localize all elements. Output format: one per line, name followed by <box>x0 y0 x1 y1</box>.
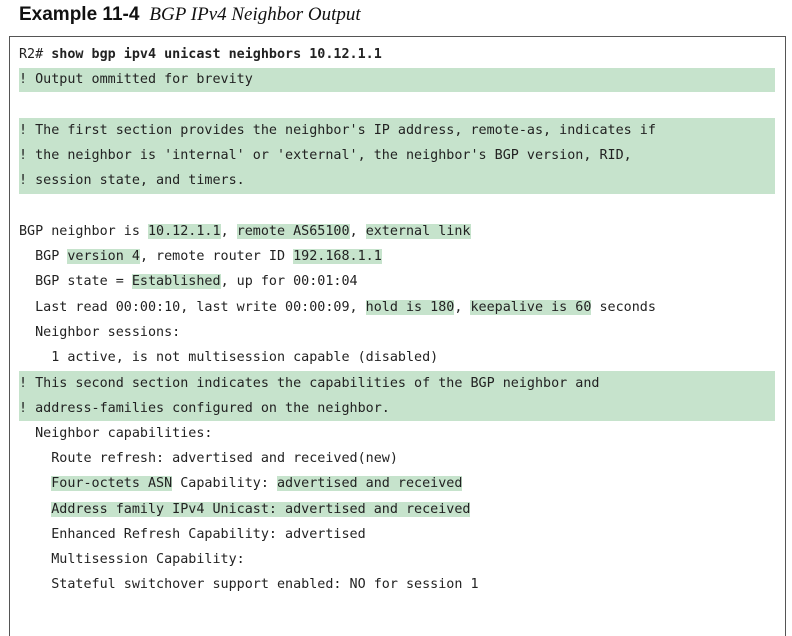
neighbor-sep: , <box>349 224 366 239</box>
sessions-label: Neighbor sessions: <box>19 325 181 340</box>
neighbor-prefix: BGP neighbor is <box>19 224 148 239</box>
four-octet-value: advertised and received <box>277 476 463 491</box>
bgp-state: Established <box>131 274 221 289</box>
router-id: 192.168.1.1 <box>293 249 382 264</box>
multisession-line: Multisession Capability: <box>19 552 245 567</box>
enhanced-refresh-line: Enhanced Refresh Capability: advertised <box>19 527 366 542</box>
cli-command: show bgp ipv4 unicast neighbors 10.12.1.… <box>51 47 382 62</box>
timers-suffix: seconds <box>591 300 656 315</box>
neighbor-line: BGP neighbor is 10.12.1.1, remote AS6510… <box>19 219 471 244</box>
neighbor-remote-as: remote AS65100 <box>236 224 350 239</box>
four-octet-mid: Capability: <box>172 476 277 491</box>
four-octet-name: Four-octets ASN <box>51 476 173 491</box>
comment-section2-line: ! address-families configured on the nei… <box>19 401 390 416</box>
version-line: BGP version 4, remote router ID 192.168.… <box>19 244 382 269</box>
neighbor-sep: , <box>220 224 237 239</box>
route-refresh-line: Route refresh: advertised and received(n… <box>19 451 398 466</box>
cli-prompt: R2# <box>19 47 44 62</box>
command-line: R2# show bgp ipv4 unicast neighbors 10.1… <box>19 42 382 67</box>
example-caption: BGP IPv4 Neighbor Output <box>149 4 361 25</box>
version-mid: , remote router ID <box>139 249 294 264</box>
capabilities-label: Neighbor capabilities: <box>19 426 213 441</box>
four-octet-line: Four-octets ASN Capability: advertised a… <box>19 471 463 496</box>
hold-time: hold is 180 <box>365 300 455 315</box>
comment-omitted: ! Output ommitted for brevity <box>19 72 253 87</box>
example-number: Example 11-4 <box>19 4 140 25</box>
comment-section1-line: ! The first section provides the neighbo… <box>19 123 656 138</box>
version-prefix: BGP <box>19 249 68 264</box>
comment-section2-line: ! This second section indicates the capa… <box>19 376 600 391</box>
timers-prefix: Last read 00:00:10, last write 00:00:09, <box>19 300 366 315</box>
state-prefix: BGP state = <box>19 274 132 289</box>
comment-section1-line: ! the neighbor is 'internal' or 'externa… <box>19 148 632 163</box>
neighbor-ip: 10.12.1.1 <box>148 224 221 239</box>
state-line: BGP state = Established, up for 00:01:04 <box>19 269 358 294</box>
sessions-value: 1 active, is not multisession capable (d… <box>19 350 439 365</box>
comment-section1-line: ! session state, and timers. <box>19 173 245 188</box>
af-ipv4-text: Address family IPv4 Unicast: advertised … <box>51 502 471 517</box>
four-octet-indent <box>19 476 51 491</box>
timers-sep: , <box>454 300 471 315</box>
af-ipv4-indent <box>19 502 51 517</box>
af-ipv4-line: Address family IPv4 Unicast: advertised … <box>19 497 471 522</box>
example-title: Example 11-4 BGP IPv4 Neighbor Output <box>19 2 361 28</box>
timers-line: Last read 00:00:10, last write 00:00:09,… <box>19 295 656 320</box>
neighbor-link-type: external link <box>365 224 471 239</box>
stateful-switchover-line: Stateful switchover support enabled: NO … <box>19 577 479 592</box>
bgp-version: version 4 <box>67 249 140 264</box>
keepalive-time: keepalive is 60 <box>470 300 592 315</box>
state-suffix: , up for 00:01:04 <box>220 274 358 289</box>
